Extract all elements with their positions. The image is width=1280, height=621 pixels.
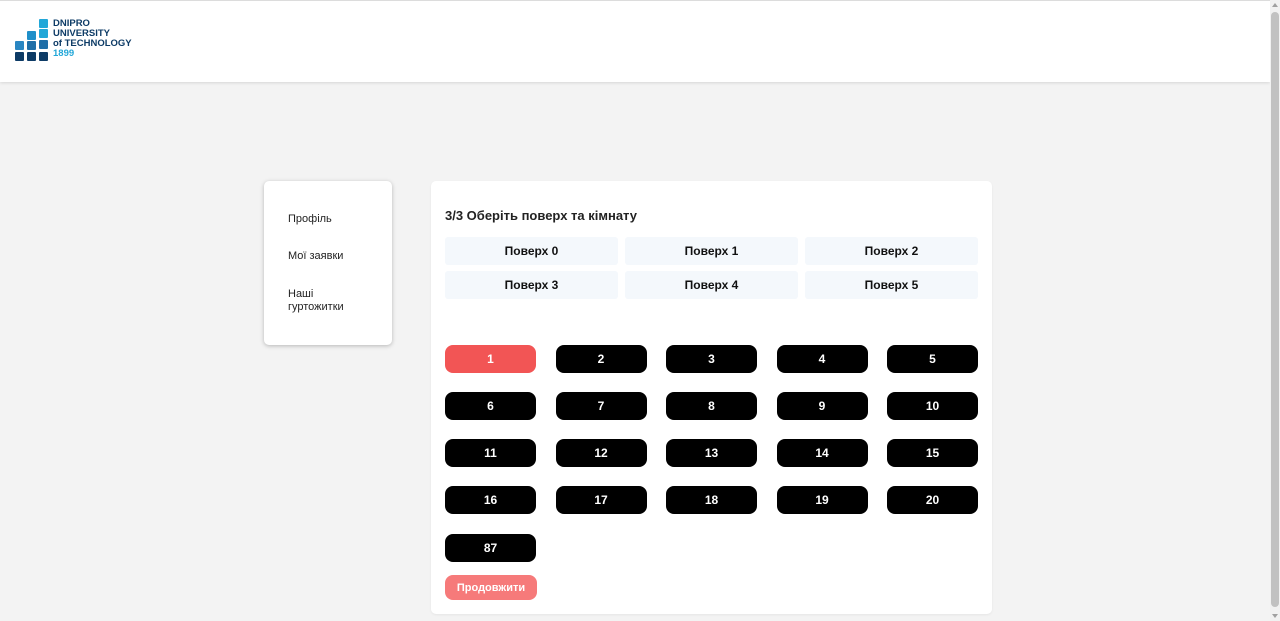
room-button-15[interactable]: 15 [887,439,978,467]
room-selection-panel: 3/3 Оберіть поверх та кімнату Поверх 0 П… [431,181,992,614]
room-button-10[interactable]: 10 [887,392,978,420]
room-button-19[interactable]: 19 [776,486,868,514]
floor-button-1[interactable]: Поверх 1 [625,237,798,265]
step-title: 3/3 Оберіть поверх та кімнату [445,208,637,223]
top-header: DNIPRO UNIVERSITY of TECHNOLOGY 1899 [0,0,1270,82]
scroll-up-arrow-icon[interactable] [1272,3,1278,7]
room-button-4[interactable]: 4 [776,345,868,373]
room-button-2[interactable]: 2 [555,345,647,373]
scroll-thumb[interactable] [1271,12,1279,607]
room-button-7[interactable]: 7 [555,392,647,420]
university-logo[interactable]: DNIPRO UNIVERSITY of TECHNOLOGY 1899 [15,19,132,63]
sidebar-item-our-dormitories[interactable]: Наші гуртожитки [288,288,358,314]
floor-button-4[interactable]: Поверх 4 [625,271,798,299]
floor-button-3[interactable]: Поверх 3 [445,271,618,299]
room-button-9[interactable]: 9 [776,392,868,420]
floor-button-2[interactable]: Поверх 2 [805,237,978,265]
room-button-12[interactable]: 12 [555,439,647,467]
logo-line-4: 1899 [53,48,75,59]
room-button-6[interactable]: 6 [445,392,536,420]
room-button-16[interactable]: 16 [445,486,536,514]
room-button-1[interactable]: 1 [445,345,536,373]
logo-mark-icon [15,19,51,63]
room-button-18[interactable]: 18 [666,486,757,514]
room-button-11[interactable]: 11 [445,439,536,467]
scroll-down-arrow-icon[interactable] [1272,614,1278,618]
room-button-13[interactable]: 13 [666,439,757,467]
room-button-5[interactable]: 5 [887,345,978,373]
room-button-8[interactable]: 8 [666,392,757,420]
page-scrollbar[interactable] [1270,0,1280,621]
room-button-3[interactable]: 3 [666,345,757,373]
sidebar-item-profile[interactable]: Профіль [288,213,378,226]
logo-text: DNIPRO UNIVERSITY of TECHNOLOGY 1899 [53,19,132,59]
room-button-14[interactable]: 14 [776,439,868,467]
room-button-17[interactable]: 17 [555,486,647,514]
floor-button-0[interactable]: Поверх 0 [445,237,618,265]
floor-button-5[interactable]: Поверх 5 [805,271,978,299]
room-button-20[interactable]: 20 [887,486,978,514]
continue-button[interactable]: Продовжити [445,575,537,600]
sidebar-menu: Профіль Мої заявки Наші гуртожитки [264,181,392,345]
room-button-87[interactable]: 87 [445,534,536,562]
sidebar-item-my-requests[interactable]: Мої заявки [288,250,378,263]
